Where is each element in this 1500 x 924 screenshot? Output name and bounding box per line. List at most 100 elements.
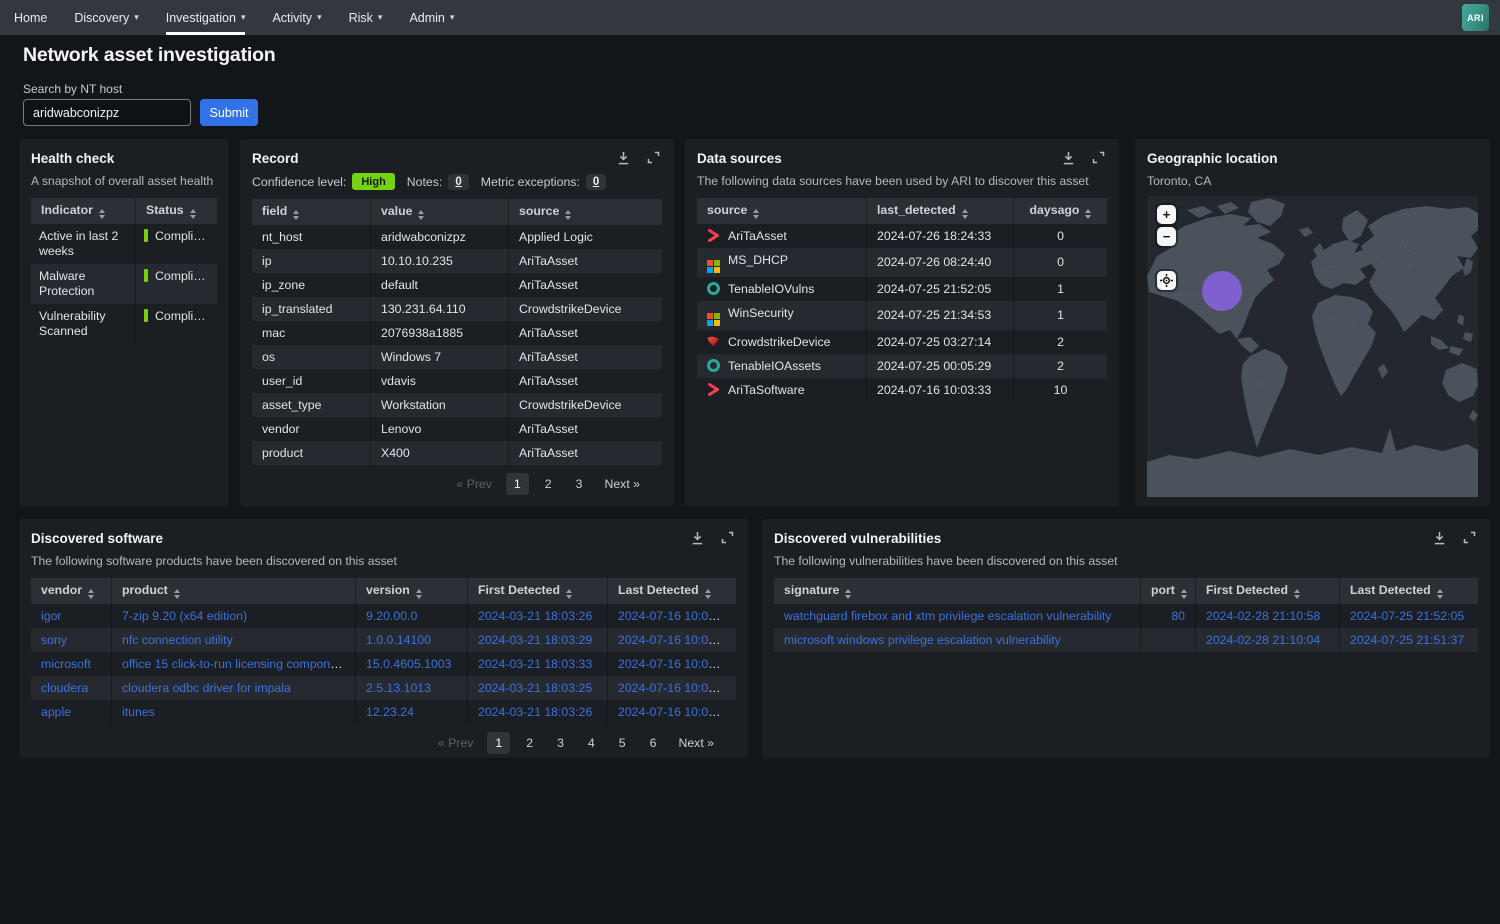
table-link[interactable]: 2024-03-21 18:03:26: [478, 609, 592, 623]
pagination-page-2[interactable]: 2: [518, 732, 541, 754]
column-header-source[interactable]: source: [697, 198, 866, 224]
table-link[interactable]: 2024-02-28 21:10:58: [1206, 609, 1320, 623]
column-header-last-detected[interactable]: Last Detected: [1339, 578, 1478, 604]
table-link[interactable]: 2.5.13.1013: [366, 681, 431, 695]
ari-logo[interactable]: ARI: [1462, 4, 1489, 31]
table-cell-text: asset_type: [262, 398, 321, 412]
table-link[interactable]: office 15 click-to-run licensing compone…: [122, 657, 347, 671]
column-header-port[interactable]: port: [1140, 578, 1195, 604]
nav-item-admin[interactable]: Admin▾: [409, 0, 454, 35]
table-link[interactable]: nfc connection utility: [122, 633, 233, 647]
column-header-product[interactable]: product: [111, 578, 355, 604]
table-cell: 2024-07-25 21:34:53: [866, 301, 1013, 330]
nav-item-discovery[interactable]: Discovery▾: [74, 0, 138, 35]
download-icon[interactable]: [1433, 531, 1446, 545]
table-link[interactable]: igor: [41, 609, 62, 623]
table-link[interactable]: itunes: [122, 705, 155, 719]
table-cell-text: 130.231.64.110: [381, 302, 466, 316]
nav-item-home[interactable]: Home: [14, 0, 47, 35]
table-link[interactable]: 2024-07-16 10:03:33: [618, 633, 732, 647]
pagination-page-1[interactable]: 1: [487, 732, 510, 754]
table-cell: 2024-07-26 08:24:40: [866, 248, 1013, 277]
pagination-prev[interactable]: « Prev: [432, 732, 480, 754]
table-cell-text: 1: [1057, 308, 1064, 322]
table-cell-text: Compliant: [155, 269, 210, 283]
pagination-page-4[interactable]: 4: [580, 732, 603, 754]
table-link[interactable]: 15.0.4605.1003: [366, 657, 451, 671]
column-header-last-detected[interactable]: last_detected: [866, 198, 1013, 224]
table-link[interactable]: 2024-07-16 10:03:33: [618, 609, 732, 623]
pagination-next[interactable]: Next »: [672, 732, 720, 754]
table-link[interactable]: 9.20.00.0: [366, 609, 417, 623]
table-link[interactable]: 80: [1171, 609, 1185, 623]
table-link[interactable]: cloudera odbc driver for impala: [122, 681, 291, 695]
table-link[interactable]: cloudera: [41, 681, 88, 695]
nt-host-input[interactable]: [23, 99, 191, 126]
table-link[interactable]: 2024-03-21 18:03:29: [478, 633, 592, 647]
download-icon[interactable]: [1062, 151, 1075, 165]
table-link[interactable]: apple: [41, 705, 71, 719]
confidence-badge[interactable]: High: [352, 173, 394, 190]
table-cell: Windows 7: [370, 345, 508, 369]
table-link[interactable]: 12.23.24: [366, 705, 414, 719]
metric-exceptions-count-badge[interactable]: 0: [586, 174, 606, 190]
expand-icon[interactable]: [1463, 531, 1476, 545]
map-zoom-out-button[interactable]: −: [1157, 227, 1176, 246]
column-header-vendor[interactable]: vendor: [31, 578, 111, 604]
table-cell: 2024-07-25 21:51:37: [1339, 628, 1478, 652]
table-link[interactable]: watchguard firebox and xtm privilege esc…: [784, 609, 1111, 623]
pagination-page-3[interactable]: 3: [549, 732, 572, 754]
pagination-page-6[interactable]: 6: [642, 732, 665, 754]
map-zoom-in-button[interactable]: +: [1157, 205, 1176, 224]
nav-item-investigation[interactable]: Investigation▾: [166, 0, 246, 35]
column-header-status[interactable]: Status: [135, 198, 217, 224]
table-link[interactable]: 1.0.0.14100: [366, 633, 431, 647]
submit-button[interactable]: Submit: [200, 99, 258, 126]
pagination-prev[interactable]: « Prev: [450, 473, 498, 495]
map-locate-button[interactable]: [1157, 271, 1176, 290]
download-icon[interactable]: [617, 151, 630, 165]
column-header-last-detected[interactable]: Last Detected: [607, 578, 736, 604]
column-header-signature[interactable]: signature: [774, 578, 1140, 604]
column-header-source[interactable]: source: [508, 199, 662, 225]
column-header-first-detected[interactable]: First Detected: [1195, 578, 1339, 604]
map[interactable]: + −: [1147, 196, 1478, 497]
table-link[interactable]: 2024-03-21 18:03:33: [478, 657, 592, 671]
chevron-down-icon: ▾: [378, 12, 383, 23]
column-header-first-detected[interactable]: First Detected: [467, 578, 607, 604]
table-row: WinSecurity2024-07-25 21:34:531: [697, 301, 1107, 330]
table-link[interactable]: microsoft: [41, 657, 91, 671]
table-link[interactable]: 2024-03-21 18:03:26: [478, 705, 592, 719]
table-link[interactable]: microsoft windows privilege escalation v…: [784, 633, 1061, 647]
expand-icon[interactable]: [721, 531, 734, 545]
column-header-field[interactable]: field: [252, 199, 370, 225]
table-link[interactable]: 2024-07-16 10:03:33: [618, 657, 732, 671]
table-link[interactable]: 2024-02-28 21:10:04: [1206, 633, 1320, 647]
pagination-next[interactable]: Next »: [598, 473, 646, 495]
download-icon[interactable]: [691, 531, 704, 545]
table-link[interactable]: 7-zip 9.20 (x64 edition): [122, 609, 247, 623]
table-row: ip_translated130.231.64.110CrowdstrikeDe…: [252, 297, 662, 321]
pagination-page-5[interactable]: 5: [611, 732, 634, 754]
pagination-page-3[interactable]: 3: [568, 473, 591, 495]
table-link[interactable]: 2024-07-25 21:51:37: [1350, 633, 1464, 647]
table-cell: 1.0.0.14100: [355, 628, 467, 652]
table-link[interactable]: sony: [41, 633, 67, 647]
pagination-page-2[interactable]: 2: [537, 473, 560, 495]
nav-item-activity[interactable]: Activity▾: [272, 0, 321, 35]
column-header-value[interactable]: value: [370, 199, 508, 225]
expand-icon[interactable]: [647, 151, 660, 165]
pagination-page-1[interactable]: 1: [506, 473, 529, 495]
table-link[interactable]: 2024-07-16 10:03:32: [618, 681, 732, 695]
nav-item-risk[interactable]: Risk▾: [349, 0, 383, 35]
table-link[interactable]: 2024-07-25 21:52:05: [1350, 609, 1464, 623]
column-header-version[interactable]: version: [355, 578, 467, 604]
table-cell-text: X400: [381, 446, 410, 460]
microsoft-icon: [707, 260, 720, 273]
table-link[interactable]: 2024-03-21 18:03:25: [478, 681, 592, 695]
table-link[interactable]: 2024-07-16 10:03:32: [618, 705, 732, 719]
expand-icon[interactable]: [1092, 151, 1105, 165]
column-header-daysago[interactable]: daysago: [1013, 198, 1107, 224]
notes-count-badge[interactable]: 0: [448, 174, 468, 190]
column-header-indicator[interactable]: Indicator: [31, 198, 135, 224]
